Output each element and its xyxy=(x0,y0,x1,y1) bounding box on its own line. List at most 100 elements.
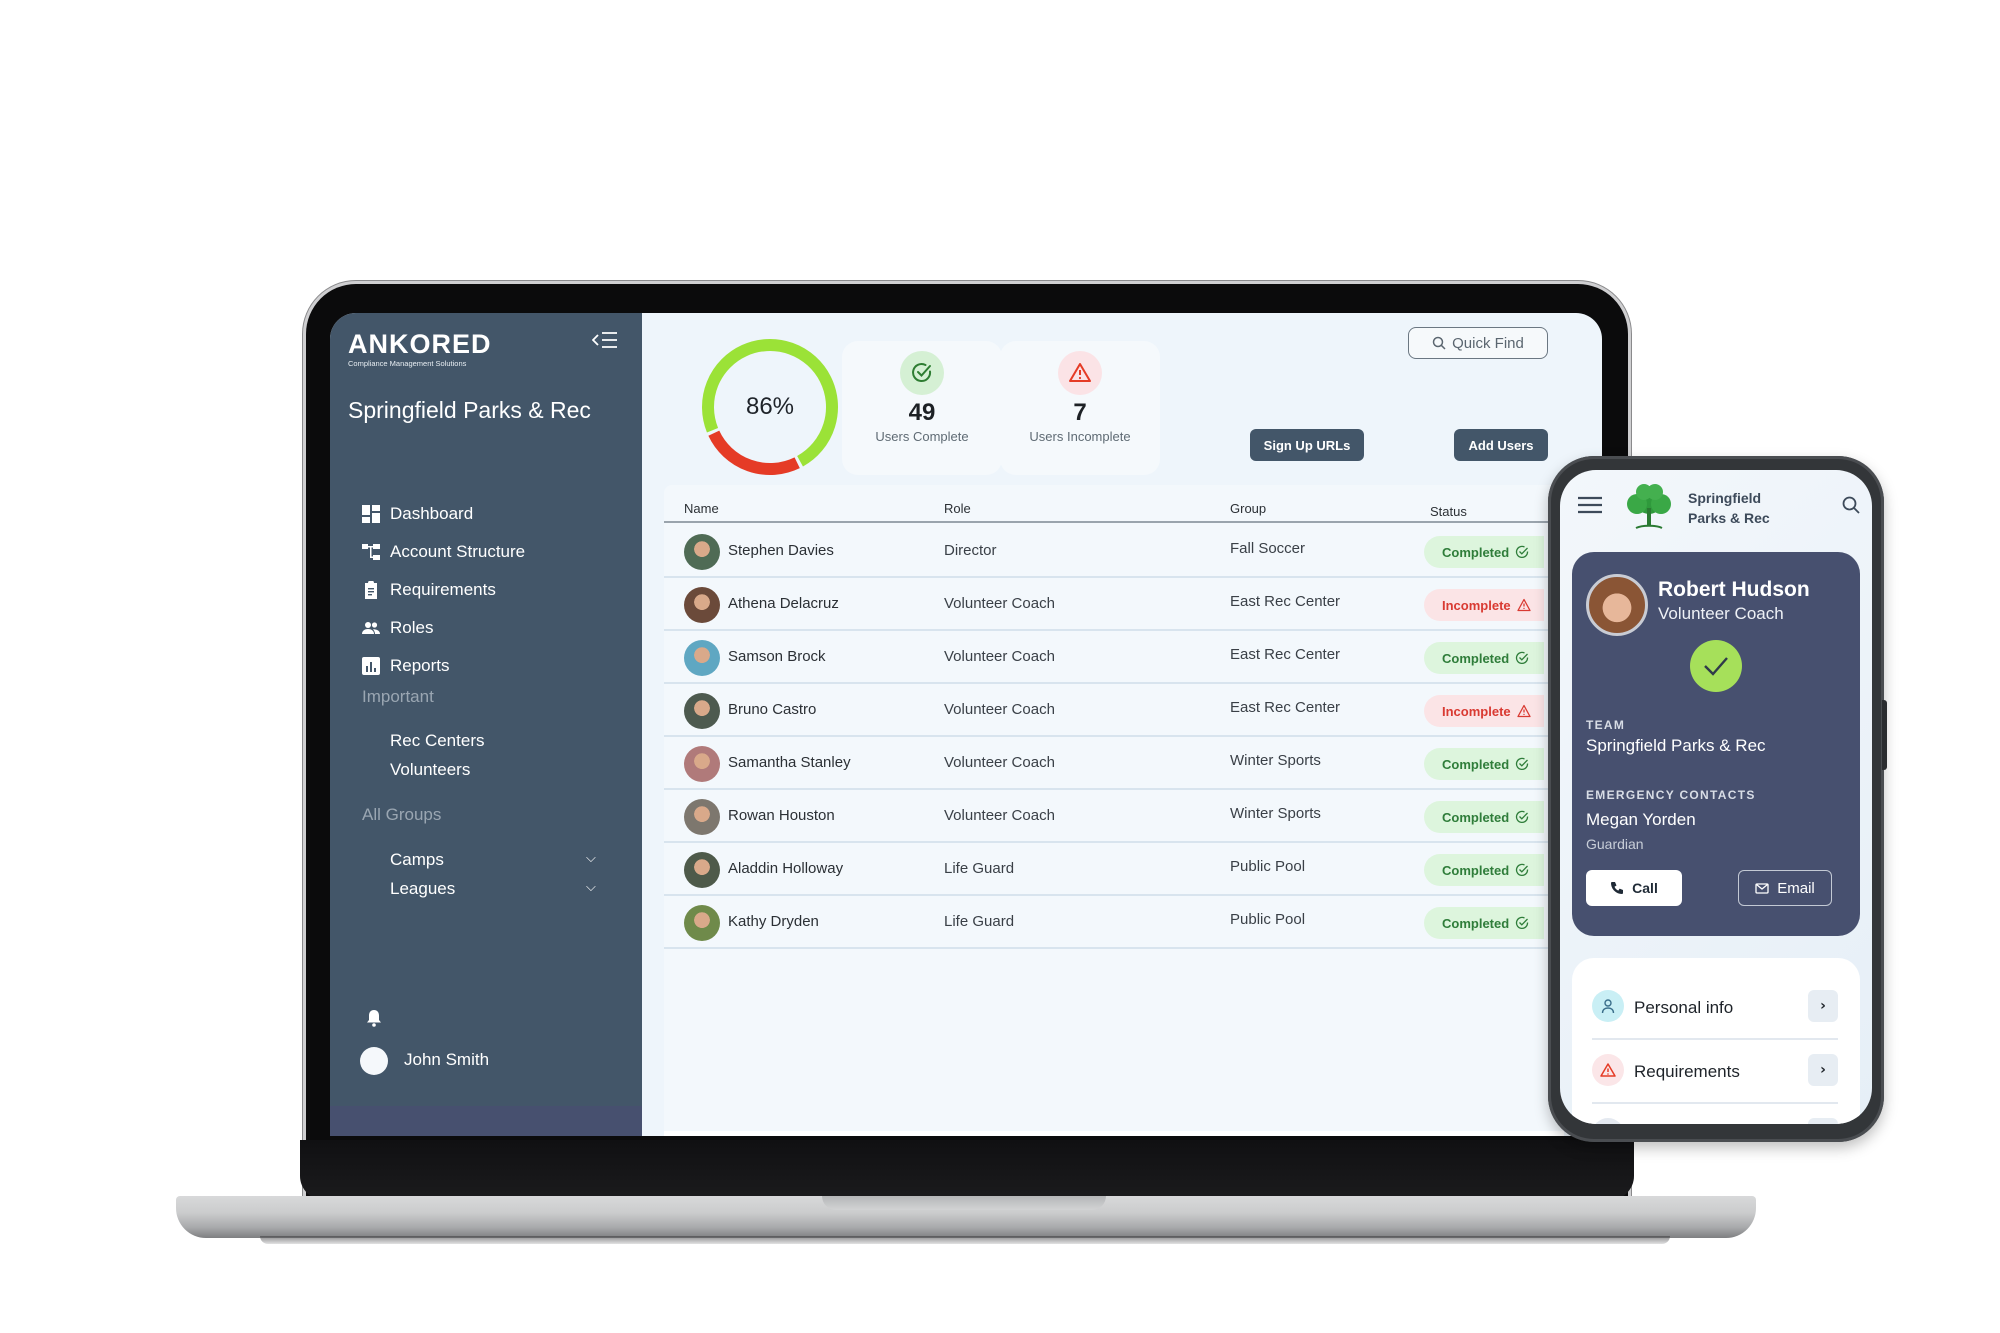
table-row[interactable]: Rowan Houston Volunteer Coach Winter Sport… xyxy=(664,790,1564,843)
sidebar-item-requirements[interactable]: Requirements xyxy=(362,571,525,609)
menu-item-label: Requirements xyxy=(1634,1062,1740,1081)
mail-icon xyxy=(1755,883,1769,894)
sidebar-item-volunteers[interactable]: Volunteers xyxy=(390,760,470,780)
menu-item-personal-info[interactable]: Personal info › xyxy=(1592,976,1838,1040)
table-row[interactable]: Kathy Dryden Life Guard Public Pool Complet… xyxy=(664,896,1564,949)
role-cell: Life Guard xyxy=(944,860,1015,877)
user-name-cell[interactable]: Samson Brock xyxy=(728,648,826,665)
search-icon xyxy=(1432,336,1446,350)
sidebar: ANKORED Compliance Management Solutions … xyxy=(330,313,642,1136)
hamburger-menu-button[interactable] xyxy=(1578,496,1602,518)
quick-find-placeholder: Quick Find xyxy=(1452,334,1524,352)
brand-name: ANKORED xyxy=(348,329,492,359)
role-cell: Volunteer Coach xyxy=(944,595,1055,612)
column-header-name[interactable]: Name xyxy=(684,501,719,516)
chevron-right-icon[interactable]: › xyxy=(1808,990,1838,1022)
laptop-shadow xyxy=(260,1236,1670,1244)
sidebar-item-rec-centers[interactable]: Rec Centers xyxy=(390,731,484,751)
phone-org-name: Springfield Parks & Rec xyxy=(1688,488,1770,528)
phone-screen: Springfield Parks & Rec Robert Hudson Vo… xyxy=(1560,470,1872,1124)
role-cell: Volunteer Coach xyxy=(944,648,1055,665)
sidebar-item-label: Roles xyxy=(390,618,434,637)
add-users-button[interactable]: Add Users xyxy=(1454,429,1548,461)
status-badge: Completed xyxy=(1424,748,1544,780)
column-header-group[interactable]: Group xyxy=(1230,501,1266,516)
incomplete-icon-badge xyxy=(1058,351,1102,395)
table-row[interactable]: Stephen Davies Director Fall Soccer Complet… xyxy=(664,525,1564,578)
section-label-important: Important xyxy=(362,687,434,706)
avatar xyxy=(684,640,720,676)
status-label: Incomplete xyxy=(1442,597,1511,613)
group-cell: Public Pool xyxy=(1230,911,1306,928)
phone-frame: Springfield Parks & Rec Robert Hudson Vo… xyxy=(1548,456,1884,1142)
email-button[interactable]: Email xyxy=(1738,870,1832,906)
phone-org-line-2: Parks & Rec xyxy=(1688,510,1770,526)
phone-icon xyxy=(1611,882,1624,894)
collapse-sidebar-button[interactable] xyxy=(591,331,618,352)
table-row[interactable]: Bruno Castro Volunteer Coach East Rec Cent… xyxy=(664,684,1564,737)
sidebar-item-reports[interactable]: Reports xyxy=(362,647,525,685)
check-circle-icon xyxy=(1516,810,1529,824)
group-cell: East Rec Center xyxy=(1230,593,1341,610)
user-name-cell[interactable]: Aladdin Holloway xyxy=(728,860,843,877)
users-incomplete-card: 7 Users Incomplete xyxy=(1000,341,1160,475)
email-label: Email xyxy=(1777,879,1815,897)
quick-find-input[interactable]: Quick Find xyxy=(1408,327,1548,359)
status-label: Completed xyxy=(1442,650,1510,666)
org-title: Springfield Parks & Rec xyxy=(348,397,591,423)
avatar xyxy=(684,587,720,623)
user-name-cell[interactable]: Stephen Davies xyxy=(728,542,834,559)
sidebar-item-dashboard[interactable]: Dashboard xyxy=(362,495,525,533)
chevron-down-icon[interactable]: ⌵ xyxy=(586,880,596,895)
table-row[interactable]: Samantha Stanley Volunteer Coach Winter Sp… xyxy=(664,737,1564,790)
user-name-cell[interactable]: Samantha Stanley xyxy=(728,754,851,771)
chevron-down-icon[interactable]: ⌵ xyxy=(586,851,596,866)
sidebar-item-account-structure[interactable]: Account Structure xyxy=(362,533,525,571)
chevron-right-icon[interactable]: › xyxy=(1808,1054,1838,1086)
column-header-role[interactable]: Role xyxy=(944,501,971,516)
sidebar-footer-band xyxy=(330,1106,642,1136)
user-name-cell[interactable]: Bruno Castro xyxy=(728,701,816,718)
status-label: Completed xyxy=(1442,756,1510,772)
profile-role: Volunteer Coach xyxy=(1658,604,1784,623)
user-avatar[interactable] xyxy=(360,1047,388,1075)
status-badge: Completed xyxy=(1424,536,1544,568)
check-circle-icon xyxy=(1516,916,1529,930)
status-badge: Incomplete xyxy=(1424,695,1544,727)
contact-relation: Guardian xyxy=(1586,836,1644,852)
avatar xyxy=(684,534,720,570)
user-name-cell[interactable]: Rowan Houston xyxy=(728,807,835,824)
user-name-cell[interactable]: Athena Delacruz xyxy=(728,595,839,612)
call-button[interactable]: Call xyxy=(1586,870,1682,906)
brand-logo[interactable]: ANKORED Compliance Management Solutions xyxy=(348,329,492,369)
column-header-status[interactable]: Status xyxy=(1430,504,1467,519)
status-complete-badge xyxy=(1690,640,1742,692)
sidebar-item-camps[interactable]: Camps xyxy=(390,850,444,870)
menu-item-label: Personal info xyxy=(1634,998,1734,1017)
chevron-right-icon[interactable]: › xyxy=(1808,1118,1838,1124)
status-badge: Completed xyxy=(1424,801,1544,833)
status-label: Incomplete xyxy=(1442,703,1511,719)
sidebar-item-leagues[interactable]: Leagues xyxy=(390,879,455,899)
menu-item-requirements[interactable]: Requirements › xyxy=(1592,1040,1838,1104)
table-row[interactable]: Aladdin Holloway Life Guard Public Pool Com… xyxy=(664,843,1564,896)
role-cell: Director xyxy=(944,542,997,559)
sidebar-item-roles[interactable]: Roles xyxy=(362,609,525,647)
notifications-button[interactable] xyxy=(366,1009,382,1031)
sign-up-urls-button[interactable]: Sign Up URLs xyxy=(1250,429,1364,461)
user-name-cell[interactable]: Kathy Dryden xyxy=(728,913,819,930)
avatar xyxy=(684,746,720,782)
emergency-contacts-label: EMERGENCY CONTACTS xyxy=(1586,788,1756,802)
group-cell: Public Pool xyxy=(1230,858,1306,875)
group-cell: East Rec Center xyxy=(1230,646,1341,663)
phone-side-button xyxy=(1882,700,1887,770)
table-row[interactable]: Samson Brock Volunteer Coach East Rec Cent… xyxy=(664,631,1564,684)
table-row[interactable]: Athena Delacruz Volunteer Coach East Rec C… xyxy=(664,578,1564,631)
phone-search-button[interactable] xyxy=(1842,496,1860,518)
user-name[interactable]: John Smith xyxy=(404,1050,489,1070)
settings-icon xyxy=(1592,1118,1624,1124)
menu-item-partial[interactable]: › xyxy=(1592,1104,1838,1124)
person-icon xyxy=(1592,990,1624,1022)
bar-chart-icon xyxy=(362,657,380,675)
people-icon xyxy=(362,622,380,634)
